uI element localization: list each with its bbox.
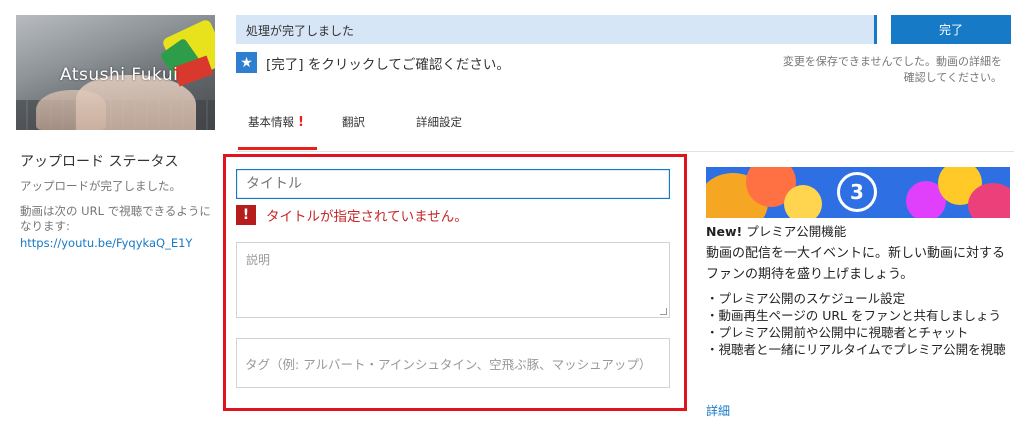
- banner-shape: [784, 185, 822, 218]
- video-url-caption: 動画は次の URL で視聴できるようになります:: [20, 204, 211, 233]
- video-thumbnail[interactable]: Atsushi Fukui: [16, 15, 215, 130]
- video-url-link[interactable]: https://youtu.be/FyqykaQ_E1Y: [20, 236, 215, 250]
- title-error-text: タイトルが指定されていません。: [266, 209, 468, 225]
- promo-title: New! プレミア公開機能: [706, 221, 846, 240]
- description-textarea[interactable]: 説明: [236, 242, 670, 318]
- thumbnail-name-text: Atsushi Fukui: [60, 65, 179, 85]
- tab-basic-info-label: 基本情報: [248, 115, 294, 129]
- list-item: ・動画再生ページの URL をファンと共有しましょう: [706, 308, 1001, 323]
- title-input[interactable]: [236, 169, 670, 199]
- tags-input[interactable]: タグ（例: アルバート・アインシュタイン、空飛ぶ豚、マッシュアップ）: [236, 338, 670, 388]
- learn-more-link[interactable]: 詳細: [706, 402, 730, 419]
- tab-alert-icon: !: [298, 115, 304, 130]
- promo-body: 動画の配信を一大イベントに。新しい動画に対するファンの期待を盛り上げましょう。: [706, 246, 1006, 282]
- tab-bar: 基本情報! 翻訳 詳細設定: [236, 104, 1014, 152]
- notice-text: [完了] をクリックしてご確認ください。: [266, 56, 510, 73]
- list-item: ・プレミア公開前や公開中に視聴者とチャット: [706, 325, 969, 340]
- list-item: ・プレミア公開のスケジュール設定: [706, 291, 906, 306]
- save-warning-text: 変更を保存できませんでした。動画の詳細を確認してください。: [782, 55, 1002, 84]
- upload-status-panel: アップロード ステータス アップロードが完了しました。 動画は次の URL で視…: [20, 151, 215, 250]
- error-icon: !: [236, 205, 256, 225]
- promo-feature-list: ・プレミア公開のスケジュール設定 ・動画再生ページの URL をファンと共有しま…: [706, 290, 1006, 358]
- promo-title-text: プレミア公開機能: [746, 224, 847, 239]
- banner-countdown-number: 3: [837, 172, 877, 212]
- star-icon: ★: [236, 52, 257, 73]
- tab-translation-label: 翻訳: [342, 115, 365, 129]
- title-error: ! タイトルが指定されていません。: [236, 205, 468, 225]
- resize-handle-icon[interactable]: [660, 308, 667, 315]
- premiere-banner-image: 3: [706, 167, 1010, 218]
- promo-new-label: New!: [706, 224, 743, 239]
- progress-text: 処理が完了しました: [246, 24, 355, 38]
- processing-progress-bar: 処理が完了しました: [236, 15, 877, 44]
- upload-complete-text: アップロードが完了しました。: [20, 179, 181, 193]
- upload-status-heading: アップロード ステータス: [20, 154, 179, 170]
- tab-translation[interactable]: 翻訳: [342, 114, 365, 130]
- done-button[interactable]: 完了: [891, 15, 1011, 44]
- tab-advanced-settings[interactable]: 詳細設定: [416, 114, 462, 130]
- notice-row: ★ [完了] をクリックしてご確認ください。: [236, 52, 510, 73]
- description-placeholder: 説明: [246, 253, 271, 267]
- tab-advanced-label: 詳細設定: [416, 115, 462, 129]
- list-item: ・視聴者と一緒にリアルタイムでプレミア公開を視聴: [706, 342, 1006, 357]
- tags-placeholder: タグ（例: アルバート・アインシュタイン、空飛ぶ豚、マッシュアップ）: [245, 357, 652, 372]
- tab-basic-info[interactable]: 基本情報!: [238, 114, 317, 150]
